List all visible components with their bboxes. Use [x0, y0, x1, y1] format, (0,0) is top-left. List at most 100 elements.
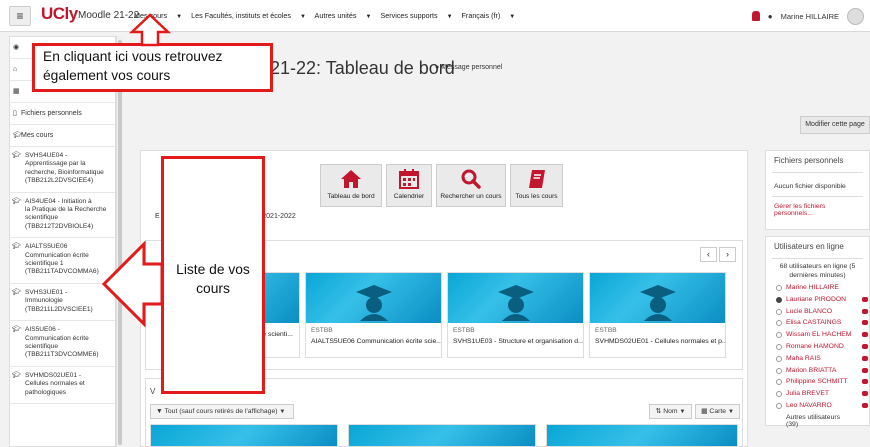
divider — [772, 196, 863, 197]
message-icon[interactable] — [862, 367, 868, 373]
period-prefix: E — [155, 213, 160, 220]
site-name[interactable]: Moodle 21-22 — [78, 10, 139, 21]
drawer-course-item[interactable]: 🎓︎ AIALTS5UE06 Communication écrite scient… — [10, 238, 115, 284]
sort-icon: ⇅ — [655, 408, 662, 415]
drawer-course-item[interactable]: 🎓︎ AIS5UE06 - Communication écrite scienti… — [10, 321, 115, 367]
caret-down-icon: ▼ — [509, 14, 516, 20]
home-icon — [321, 165, 381, 193]
avatar[interactable] — [847, 7, 864, 25]
user-avatar — [776, 343, 782, 350]
menu-autres-unites[interactable]: Autres unités ▼ — [315, 11, 372, 20]
menu-facultes[interactable]: Les Facultés, instituts et écoles ▼ — [191, 11, 306, 20]
message-icon[interactable] — [862, 332, 868, 338]
user-avatar — [776, 320, 782, 327]
personal-message-label: Message personnel — [441, 64, 503, 71]
overview-course-card[interactable] — [348, 424, 536, 447]
view-label: Carte — [709, 408, 727, 415]
drawer-course-item[interactable]: 🎓︎ SVHS3UE01 - Immunologie (TBB211L2DVSCIEE… — [10, 284, 115, 322]
online-user[interactable]: Wissam EL HACHEM — [766, 329, 869, 341]
files-empty-text: Aucun fichier disponible — [774, 183, 846, 190]
menu-services-supports[interactable]: Services supports ▼ — [380, 11, 452, 20]
other-users-count: Autres utilisateurs (39) — [786, 413, 841, 428]
menu-mes-cours[interactable]: Mes cours ▼ — [134, 11, 182, 20]
online-user[interactable]: Julia BREVET — [766, 388, 869, 400]
message-icon[interactable] — [862, 402, 868, 408]
personal-message-link[interactable]: ● Message personnel — [435, 64, 502, 71]
site-logo[interactable]: UCly — [41, 4, 78, 24]
online-user[interactable]: Lucie BLANCO — [766, 306, 869, 318]
message-icon[interactable] — [862, 320, 868, 326]
message-icon[interactable] — [862, 296, 868, 302]
graduation-cap-icon: 🎓︎ — [12, 243, 21, 251]
divider — [772, 258, 863, 259]
course-name: Communication écrite scientifique 1 — [25, 251, 89, 268]
filter-label: Tout (sauf cours retirés de l'affichage) — [164, 408, 278, 415]
online-user[interactable]: Maha RAIS — [766, 353, 869, 365]
top-navbar: ≡ UCly Moodle 21-22 Mes cours ▼ Les Facul… — [0, 0, 870, 32]
course-name: Cellules normales et pathologiques — [25, 380, 85, 396]
online-user[interactable]: Elisa CASTAINGS — [766, 317, 869, 329]
drawer-item-files[interactable]: ▯ Fichiers personnels — [10, 103, 115, 125]
main-menu: Mes cours ▼ Les Facultés, instituts et éc… — [134, 11, 522, 20]
next-page-button[interactable]: › — [719, 247, 736, 262]
overview-course-card[interactable] — [150, 424, 338, 447]
drawer-item-my-courses[interactable]: 🎓︎ Mes cours — [10, 125, 115, 147]
drawer-course-item[interactable]: 🎓︎ AIS4UE04 - Initiation à la Pratique de … — [10, 193, 115, 239]
course-filter-dropdown[interactable]: ▼ Tout (sauf cours retirés de l'affichag… — [150, 404, 294, 419]
course-card[interactable]: ESTBB SVHS1UE03 - Structure et organisat… — [447, 272, 584, 358]
drawer-scroll-thumb[interactable] — [118, 40, 122, 445]
online-user[interactable]: Philippine SCHMITT — [766, 376, 869, 388]
message-icon[interactable] — [862, 379, 868, 385]
annotation-callout-course-list-text: Liste de vos cours — [176, 262, 250, 296]
sort-label: Nom — [663, 408, 678, 415]
menu-language[interactable]: Français (fr) ▼ — [462, 11, 516, 20]
shortcut-calendar[interactable]: Calendrier — [386, 164, 432, 207]
caret-down-icon: ▼ — [727, 409, 734, 415]
user-name: Maha RAIS — [786, 354, 821, 362]
course-code: AIS5UE06 - — [25, 326, 60, 334]
online-user[interactable]: Marine HILLAIRE — [766, 282, 869, 294]
search-icon — [437, 165, 505, 193]
messages-icon[interactable]: ● — [768, 12, 773, 21]
online-user[interactable]: Romane HAMOND — [766, 341, 869, 353]
user-name: Marine HILLAIRE — [786, 284, 839, 291]
annotation-callout-my-courses: En cliquant ici vous retrouvez également… — [32, 43, 273, 92]
course-name[interactable]: AIALTS5UE06 Communication écrite scie... — [306, 334, 441, 345]
course-card[interactable]: ESTBB AIALTS5UE06 Communication écrite s… — [305, 272, 442, 358]
drawer-course-item[interactable]: 🎓︎ SVHMDS02UE01 - Cellules normales et pat… — [10, 367, 115, 404]
drawer-course-item[interactable]: 🎓︎ SVHS4UE04 - Apprentissage par la recher… — [10, 147, 115, 193]
book-icon — [511, 165, 562, 193]
calendar-icon: ▦ — [13, 88, 20, 95]
shortcut-all-courses[interactable]: Tous les cours — [510, 164, 563, 207]
overview-course-card[interactable] — [546, 424, 738, 447]
user-avatar — [776, 308, 782, 315]
view-dropdown[interactable]: ▦ Carte ▼ — [695, 404, 740, 419]
previous-page-button[interactable]: ‹ — [700, 247, 717, 262]
notification-bell-icon[interactable] — [751, 11, 760, 21]
online-user[interactable]: Leo NAVARRO — [766, 400, 869, 412]
message-icon[interactable] — [862, 308, 868, 314]
drawer-item-label: Mes cours — [21, 132, 54, 139]
user-avatar — [776, 355, 782, 362]
course-name[interactable]: SVHS1UE03 - Structure et organisation d.… — [448, 334, 583, 345]
page-title: 21-22: Tableau de bord — [270, 58, 455, 78]
course-card[interactable]: ESTBB SVHMDS02UE01 - Cellules normales e… — [589, 272, 726, 358]
dashboard-icon: ◉ — [13, 44, 20, 51]
manage-files-link[interactable]: Gérer les fichiers personnels... — [766, 199, 869, 221]
shortcut-dashboard[interactable]: Tableau de bord — [320, 164, 382, 207]
course-name[interactable]: SVHMDS02UE01 - Cellules normales et p... — [590, 334, 725, 345]
caret-down-icon: ▼ — [176, 14, 183, 20]
message-icon[interactable] — [862, 343, 868, 349]
course-name: Apprentissage par la recherche, Bioinfor… — [25, 160, 104, 176]
drawer-toggle-button[interactable]: ≡ — [9, 6, 31, 26]
message-icon[interactable] — [862, 391, 868, 397]
message-icon[interactable] — [862, 355, 868, 361]
sort-dropdown[interactable]: ⇅ Nom ▼ — [649, 404, 692, 419]
user-name[interactable]: Marine HILLAIRE — [781, 12, 839, 21]
online-user[interactable]: Marion BRIATTA — [766, 365, 869, 377]
course-name: Immunologie — [25, 297, 63, 305]
online-user[interactable]: Lauriane PIRODON — [766, 294, 869, 306]
shortcut-search-course[interactable]: Rechercher un cours — [436, 164, 506, 207]
course-category: ESTBB — [311, 327, 333, 334]
modify-page-button[interactable]: Modifier cette page — [800, 116, 870, 134]
